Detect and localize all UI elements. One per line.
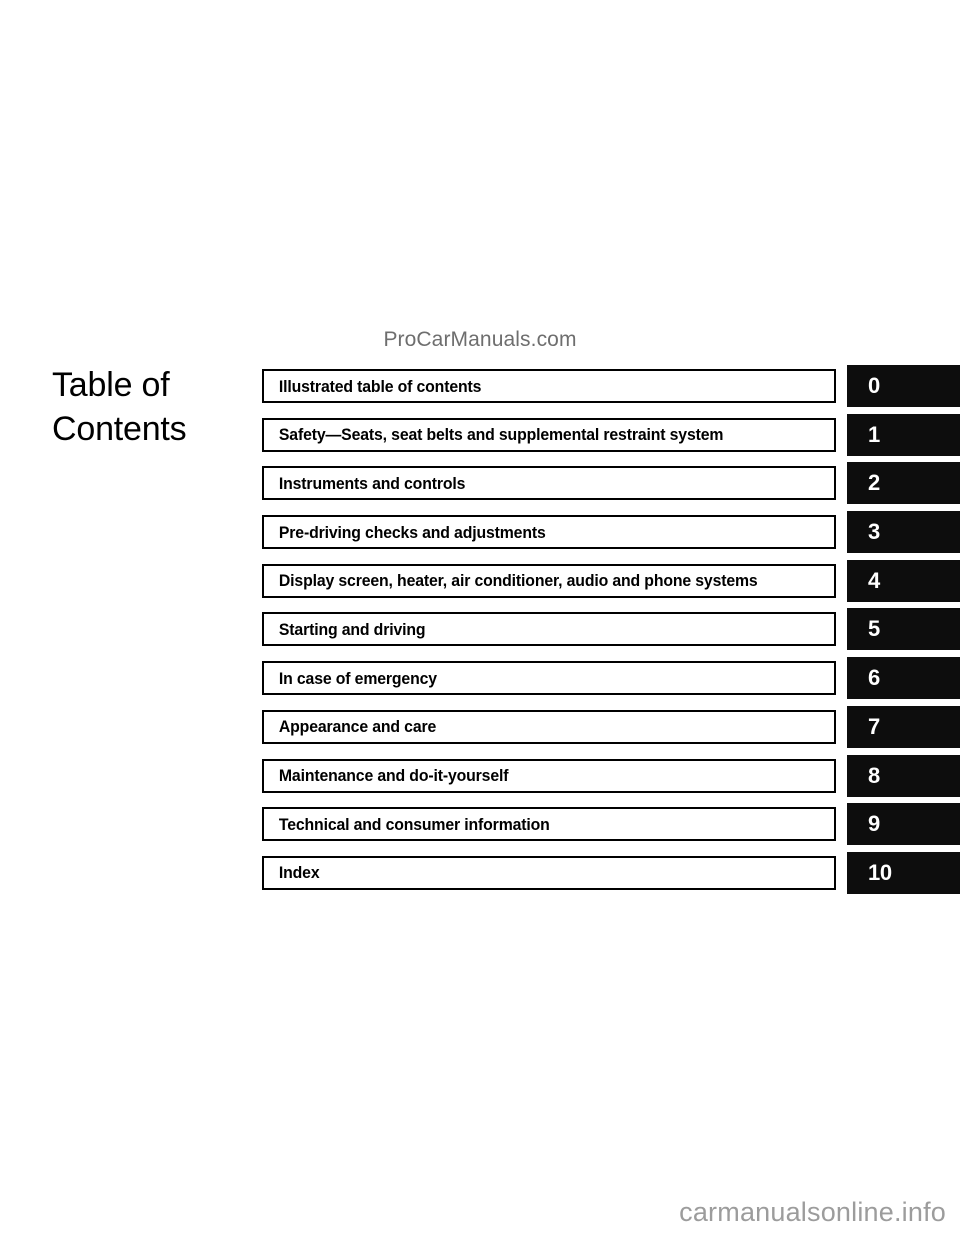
- toc-row: In case of emergency 6: [0, 657, 960, 706]
- toc-row: Maintenance and do-it-yourself 8: [0, 754, 960, 804]
- toc-section-tab[interactable]: 3: [847, 511, 960, 554]
- toc-entry-label: Instruments and controls: [278, 473, 466, 493]
- toc-section-tab[interactable]: 5: [847, 608, 960, 651]
- toc-row: Instruments and controls 2: [0, 462, 960, 511]
- toc-row: Appearance and care 7: [0, 705, 960, 755]
- toc-row: Technical and consumer information 9: [0, 803, 960, 852]
- toc-section-tab[interactable]: 7: [847, 705, 960, 748]
- toc-entry-label: In case of emergency: [278, 668, 437, 688]
- toc-row: Display screen, heater, air conditioner,…: [0, 559, 960, 609]
- watermark-carmanualsonline: carmanualsonline.info: [679, 1197, 946, 1227]
- toc-entry-box[interactable]: Starting and driving: [262, 612, 836, 647]
- watermark-procarmanuals: ProCarManuals.com: [383, 328, 577, 351]
- toc-entry-box[interactable]: In case of emergency: [262, 661, 836, 696]
- toc-entry-label: Pre-driving checks and adjustments: [278, 522, 546, 542]
- toc-entry-label: Illustrated table of contents: [278, 376, 482, 396]
- toc-entry-box[interactable]: Illustrated table of contents: [262, 369, 836, 403]
- toc-entry-box[interactable]: Safety—Seats, seat belts and supplementa…: [262, 417, 836, 452]
- toc-section-tab[interactable]: 4: [847, 559, 960, 602]
- toc-entry-box[interactable]: Technical and consumer information: [262, 807, 836, 842]
- toc-section-tab[interactable]: 8: [847, 754, 960, 797]
- toc-section-tab[interactable]: 6: [847, 657, 960, 700]
- toc-section-tab[interactable]: 9: [847, 803, 960, 846]
- toc-entry-box[interactable]: Pre-driving checks and adjustments: [262, 515, 836, 550]
- toc-row: Index 10: [0, 851, 960, 901]
- toc-entry-box[interactable]: Appearance and care: [262, 709, 836, 744]
- toc-entry-label: Safety—Seats, seat belts and supplementa…: [278, 425, 724, 445]
- toc-section-number: 3: [868, 519, 880, 545]
- toc-row: Safety—Seats, seat belts and supplementa…: [0, 413, 960, 463]
- toc-entry-box[interactable]: Maintenance and do-it-yourself: [262, 758, 836, 793]
- toc-section-number: 2: [868, 470, 880, 496]
- toc-section-number: 4: [868, 567, 880, 593]
- toc-entry-label: Maintenance and do-it-yourself: [278, 766, 509, 785]
- toc-section-tab[interactable]: 0: [847, 365, 960, 407]
- toc-entry-label: Display screen, heater, air conditioner,…: [278, 571, 758, 591]
- toc-section-number: 8: [868, 762, 880, 788]
- toc-entry-box[interactable]: Index: [262, 855, 836, 890]
- toc-section-number: 7: [868, 713, 880, 739]
- toc-section-tab[interactable]: 10: [847, 851, 960, 894]
- toc-row: Pre-driving checks and adjustments 3: [0, 511, 960, 560]
- toc-section-tab[interactable]: 1: [847, 413, 960, 456]
- toc-entry-box[interactable]: Instruments and controls: [262, 466, 836, 501]
- toc-entry-label: Index: [278, 863, 320, 883]
- toc-row: Illustrated table of contents 0: [0, 365, 960, 414]
- toc-section-number: 0: [868, 373, 880, 398]
- toc-entry-label: Appearance and care: [278, 717, 437, 737]
- toc-section-number: 5: [868, 616, 880, 642]
- toc-section-number: 6: [868, 665, 880, 691]
- toc-section-number: 1: [868, 421, 880, 447]
- toc-entry-label: Technical and consumer information: [278, 814, 550, 834]
- toc-entry-label: Starting and driving: [278, 619, 426, 639]
- toc-entry-box[interactable]: Display screen, heater, air conditioner,…: [262, 563, 836, 598]
- toc-list: Illustrated table of contents 0 Safety—Sea…: [0, 365, 960, 901]
- toc-section-number: 9: [868, 811, 880, 837]
- toc-row: Starting and driving 5: [0, 608, 960, 657]
- toc-section-tab[interactable]: 2: [847, 462, 960, 505]
- toc-section-number: 10: [868, 859, 892, 885]
